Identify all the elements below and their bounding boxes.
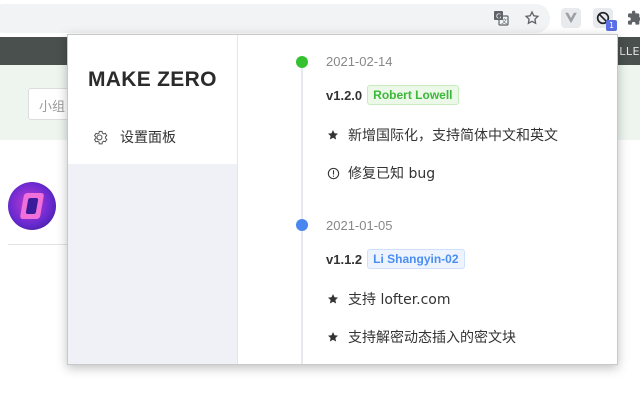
translate-icon[interactable]: G文 <box>491 8 511 28</box>
item-text: 修复已知 bug <box>348 166 436 182</box>
star-icon <box>326 330 340 344</box>
avatar[interactable] <box>8 182 56 230</box>
entry-date: 2021-01-05 <box>326 218 393 233</box>
item-text: 支持 lofter.com <box>348 292 451 308</box>
item-text: 新增国际化，支持简体中文和英文 <box>348 128 558 144</box>
changelog-entry: 2021-01-05 v1.1.2 Li Shangyin-02 支持 loft… <box>326 218 516 347</box>
sidebar-item-label: 设置面板 <box>120 130 176 146</box>
star-icon <box>326 292 340 306</box>
list-item: 修复已知 bug <box>326 163 558 183</box>
extension-popup: MAKE ZERO 设置面板 2021-02-14 v1.2.0 Robert … <box>67 34 618 365</box>
gear-icon <box>90 128 108 146</box>
list-item: 支持 lofter.com <box>326 289 516 309</box>
brand-title: MAKE ZERO <box>88 68 217 91</box>
extensions-icon[interactable] <box>625 8 640 28</box>
entry-date: 2021-02-14 <box>326 54 393 69</box>
vue-devtools-icon[interactable] <box>561 8 581 28</box>
address-bar[interactable] <box>0 4 550 33</box>
timeline-line <box>301 61 303 364</box>
star-icon[interactable] <box>522 8 542 28</box>
extension-badge: 1 <box>606 20 617 31</box>
item-text: 支持解密动态插入的密文块 <box>348 330 516 346</box>
page-header-text: ILLE <box>615 45 640 58</box>
author-badge: Robert Lowell <box>367 85 459 105</box>
svg-text:文: 文 <box>501 18 507 26</box>
popup-sidebar: MAKE ZERO 设置面板 <box>68 35 237 364</box>
star-icon <box>326 128 340 142</box>
page-divider <box>8 244 68 245</box>
sidebar-item-settings[interactable]: 设置面板 <box>90 127 176 147</box>
changelog-entry: 2021-02-14 v1.2.0 Robert Lowell 新增国际化，支持… <box>326 54 558 183</box>
changelog-panel: 2021-02-14 v1.2.0 Robert Lowell 新增国际化，支持… <box>238 35 617 364</box>
info-circle-icon <box>326 166 340 180</box>
timeline-dot <box>296 219 308 231</box>
entry-version: v1.2.0 <box>326 87 363 103</box>
timeline-dot <box>296 56 308 68</box>
author-badge: Li Shangyin-02 <box>367 249 465 269</box>
browser-toolbar: G文 1 <box>0 0 640 37</box>
list-item: 新增国际化，支持简体中文和英文 <box>326 125 558 145</box>
entry-version: v1.1.2 <box>326 251 363 267</box>
list-item: 支持解密动态插入的密文块 <box>326 327 516 347</box>
